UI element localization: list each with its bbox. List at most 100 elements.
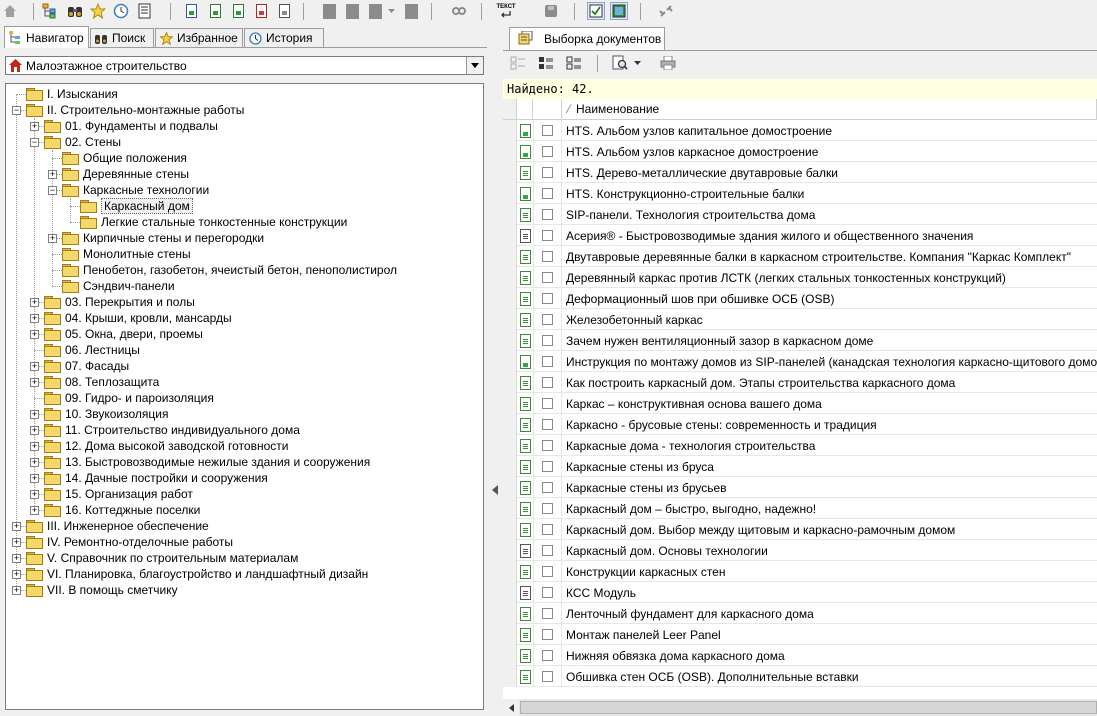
document-name[interactable]: SIP-панели. Технология строительства дом… <box>562 204 1097 225</box>
collapse-icon[interactable]: − <box>12 106 21 115</box>
row-checkbox[interactable] <box>542 272 553 283</box>
document-list-icon[interactable] <box>136 2 154 20</box>
table-row[interactable]: Деревянный каркас против ЛСТК (легких ст… <box>503 267 1097 288</box>
unlink-icon[interactable] <box>657 2 675 20</box>
table-row[interactable]: Как построить каркасный дом. Этапы строи… <box>503 372 1097 393</box>
document-name[interactable]: Каркасные дома - технология строительств… <box>562 435 1097 456</box>
scroll-left-button[interactable] <box>503 699 519 716</box>
table-row[interactable]: Двутавровые деревянные балки в каркасном… <box>503 246 1097 267</box>
tree-node[interactable]: III. Инженерное обеспечение <box>26 518 209 534</box>
collapse-left-icon[interactable] <box>492 485 498 495</box>
document-name[interactable]: Конструкции каркасных стен <box>562 561 1097 582</box>
tree-node[interactable]: Общие положения <box>62 150 187 166</box>
row-checkbox[interactable] <box>542 356 553 367</box>
expand-icon[interactable]: + <box>48 170 57 179</box>
row-checkbox[interactable] <box>542 167 553 178</box>
table-row[interactable]: Ленточный фундамент для каркасного дома <box>503 603 1097 624</box>
expand-icon[interactable]: + <box>30 362 39 371</box>
document-name[interactable]: Нижняя обвязка дома каркасного дома <box>562 645 1097 666</box>
tab-navigator[interactable]: Навигатор <box>4 26 89 48</box>
document-name[interactable]: Каркасный дом. Выбор между щитовым и кар… <box>562 519 1097 540</box>
tree-node[interactable]: 01. Фундаменты и подвалы <box>44 118 218 134</box>
table-row[interactable]: Каркасные стены из бруса <box>503 456 1097 477</box>
tree-node[interactable]: IV. Ремонтно-отделочные работы <box>26 534 233 550</box>
document-name[interactable]: Каркасные стены из бруса <box>562 456 1097 477</box>
document-blue-icon[interactable] <box>182 2 200 20</box>
category-select[interactable]: Малоэтажное строительство <box>5 56 484 75</box>
document-name[interactable]: Обшивка стен ОСБ (OSB). Дополнительные в… <box>562 666 1097 687</box>
home-icon[interactable] <box>1 2 19 20</box>
expand-icon[interactable]: + <box>30 490 39 499</box>
row-checkbox[interactable] <box>542 146 553 157</box>
document-name[interactable]: HTS. Альбом узлов каркасное домостроение <box>562 141 1097 162</box>
document-name[interactable]: Железобетонный каркас <box>562 309 1097 330</box>
image-icon[interactable] <box>610 2 628 20</box>
tree-node[interactable]: 10. Звукоизоляция <box>44 406 169 422</box>
document-green-icon[interactable] <box>206 2 224 20</box>
tree-node[interactable]: Каркасные технологии <box>62 182 209 198</box>
table-row[interactable]: HTS. Конструкционно-строительные балки <box>503 183 1097 204</box>
row-checkbox[interactable] <box>542 524 553 535</box>
tree-node[interactable]: 08. Теплозащита <box>44 374 159 390</box>
document-name[interactable]: Деревянный каркас против ЛСТК (легких ст… <box>562 267 1097 288</box>
deselect-list-icon[interactable] <box>565 54 583 72</box>
document-name[interactable]: Ленточный фундамент для каркасного дома <box>562 603 1097 624</box>
tree-node[interactable]: V. Справочник по строительным материалам <box>26 550 298 566</box>
row-checkbox[interactable] <box>542 440 553 451</box>
tree-node[interactable]: Сэндвич-панели <box>62 278 175 294</box>
table-row[interactable]: Каркасные стены из брусьев <box>503 477 1097 498</box>
row-checkbox[interactable] <box>542 461 553 472</box>
tree-node[interactable]: 03. Перекрытия и полы <box>44 294 195 310</box>
row-checkbox[interactable] <box>542 650 553 661</box>
chevron-down-icon[interactable] <box>466 57 483 74</box>
tree-node[interactable]: 15. Организация работ <box>44 486 193 502</box>
document-name[interactable]: Как построить каркасный дом. Этапы строи… <box>562 372 1097 393</box>
document-name[interactable]: HTS. Конструкционно-строительные балки <box>562 183 1097 204</box>
table-row[interactable]: Каркасный дом. Основы технологии <box>503 540 1097 561</box>
link-disabled-icon[interactable] <box>450 2 468 20</box>
table-row[interactable]: HTS. Альбом узлов капитальное домостроен… <box>503 120 1097 141</box>
tree-icon[interactable] <box>41 2 59 20</box>
table-row[interactable]: КСС Модуль <box>503 582 1097 603</box>
document-name[interactable]: Монтаж панелей Leer Panel <box>562 624 1097 645</box>
tree-node[interactable]: Деревянные стены <box>62 166 189 182</box>
table-row[interactable]: Конструкции каркасных стен <box>503 561 1097 582</box>
tree-node[interactable]: 09. Гидро- и пароизоляция <box>44 390 214 406</box>
table-row[interactable]: SIP-панели. Технология строительства дом… <box>503 204 1097 225</box>
table-row[interactable]: Зачем нужен вентиляционный зазор в карка… <box>503 330 1097 351</box>
expand-icon[interactable]: + <box>30 458 39 467</box>
document-disabled4-icon[interactable] <box>402 2 420 20</box>
expand-icon[interactable]: + <box>30 426 39 435</box>
table-row[interactable]: Нижняя обвязка дома каркасного дома <box>503 645 1097 666</box>
tree-node[interactable]: 16. Коттеджные поселки <box>44 502 200 518</box>
document-disabled3-icon[interactable] <box>366 2 384 20</box>
row-checkbox[interactable] <box>542 209 553 220</box>
disk-disabled-icon[interactable] <box>542 2 560 20</box>
tree-node[interactable]: 02. Стены <box>44 134 121 150</box>
table-row[interactable]: Каркасный дом – быстро, выгодно, надежно… <box>503 498 1097 519</box>
header-check-cell[interactable] <box>533 99 562 119</box>
tree-node[interactable]: 13. Быстровозводимые нежилые здания и со… <box>44 454 370 470</box>
table-row[interactable]: Инструкция по монтажу домов из SIP-панел… <box>503 351 1097 372</box>
row-checkbox[interactable] <box>542 587 553 598</box>
select-all-disabled-icon[interactable] <box>509 54 527 72</box>
expand-icon[interactable]: + <box>12 586 21 595</box>
panel-splitter[interactable] <box>491 26 499 716</box>
expand-icon[interactable]: + <box>12 554 21 563</box>
tree-node[interactable]: 07. Фасады <box>44 358 129 374</box>
document-gray-icon[interactable] <box>275 2 293 20</box>
dropdown-icon[interactable] <box>386 2 396 20</box>
search-doc-icon[interactable] <box>611 54 629 72</box>
document-name[interactable]: HTS. Альбом узлов капитальное домостроен… <box>562 120 1097 141</box>
tree-node[interactable]: Каркасный дом <box>80 198 193 214</box>
document-name[interactable]: Деформационный шов при обшивке ОСБ (OSB) <box>562 288 1097 309</box>
row-checkbox[interactable] <box>542 608 553 619</box>
collapse-icon[interactable]: − <box>30 138 39 147</box>
document-red-icon[interactable] <box>252 2 270 20</box>
tree-node[interactable]: 12. Дома высокой заводской готовности <box>44 438 288 454</box>
dropdown-icon[interactable] <box>632 54 642 72</box>
row-checkbox[interactable] <box>542 566 553 577</box>
table-row[interactable]: Железобетонный каркас <box>503 309 1097 330</box>
expand-icon[interactable]: + <box>30 314 39 323</box>
row-checkbox[interactable] <box>542 503 553 514</box>
